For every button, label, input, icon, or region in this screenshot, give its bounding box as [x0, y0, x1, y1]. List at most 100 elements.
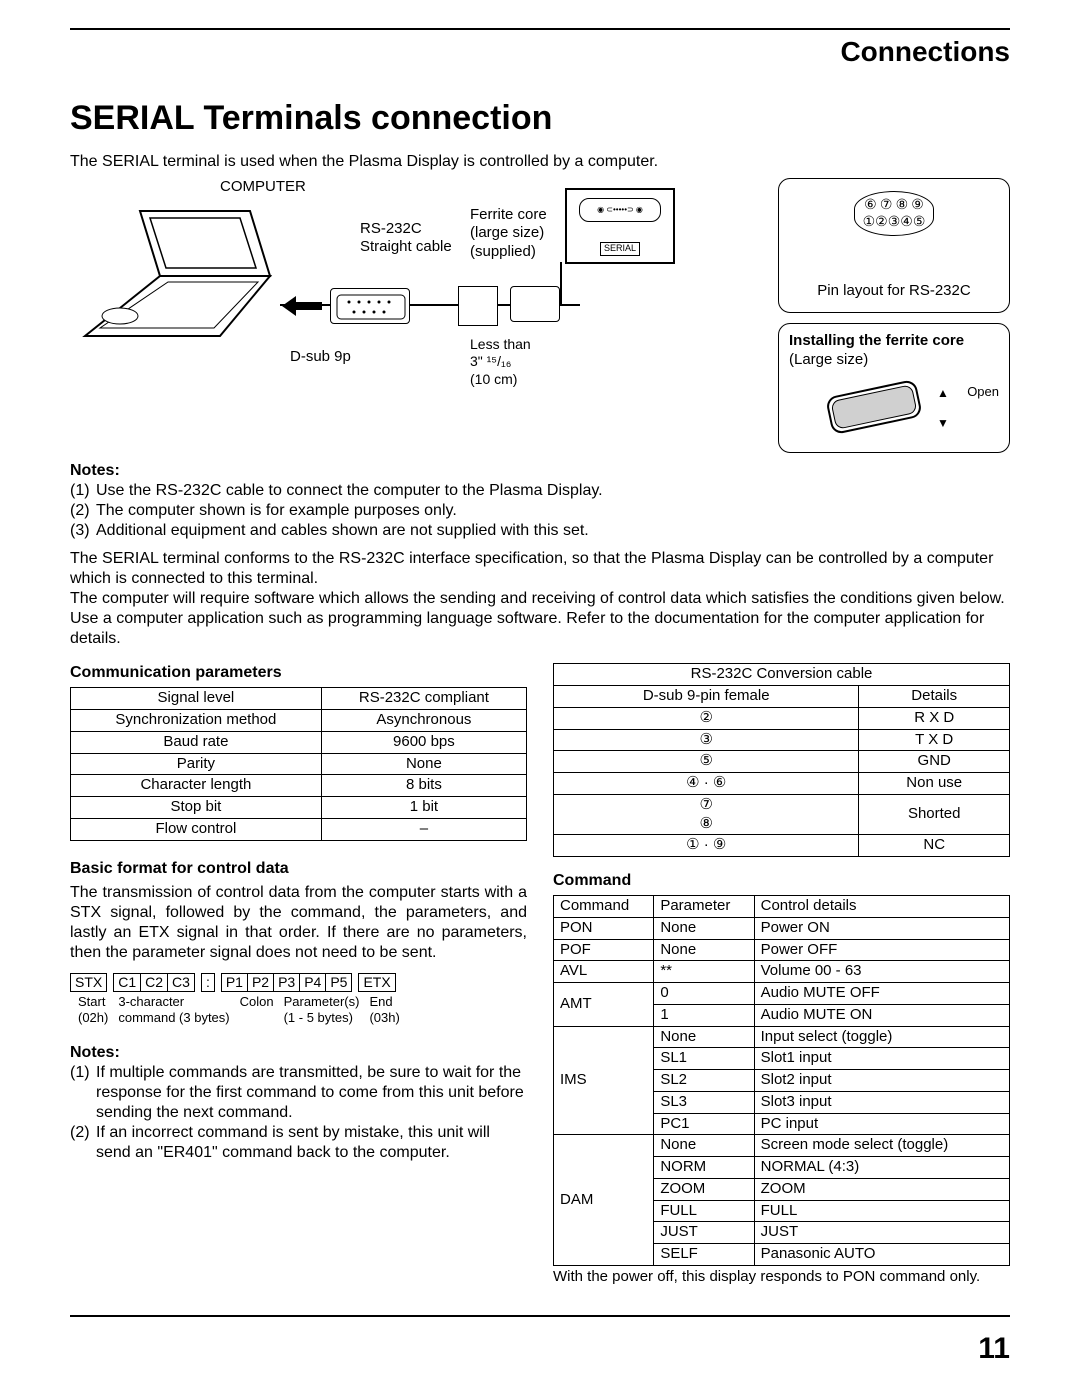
conv-detail: NC: [859, 835, 1010, 857]
para1: The SERIAL terminal conforms to the RS-2…: [70, 549, 1010, 589]
laptop-icon: [80, 206, 280, 346]
notes1-head: Notes:: [70, 461, 1010, 481]
cmd-detail: Volume 00 - 63: [754, 961, 1009, 983]
cmd-param: **: [654, 961, 754, 983]
cmd-name: AVL: [554, 961, 654, 983]
label-rs232c-cable: RS-232C Straight cable: [360, 220, 452, 258]
comm-key: Synchronization method: [71, 710, 322, 732]
comm-key: Character length: [71, 775, 322, 797]
bottom-rule: [70, 1315, 1010, 1317]
fmt-stx: STX: [70, 973, 107, 993]
conv-pin: ⑤: [554, 751, 859, 773]
cmd-param: NORM: [654, 1157, 754, 1179]
cmd-detail: JUST: [754, 1222, 1009, 1244]
comm-val: RS-232C compliant: [321, 688, 526, 710]
comm-key: Stop bit: [71, 797, 322, 819]
cmd-detail: Slot3 input: [754, 1091, 1009, 1113]
conv-pin: ④ · ⑥: [554, 773, 859, 795]
cmd-name: AMT: [554, 983, 654, 1027]
comm-val: –: [321, 818, 526, 840]
conv-pin: ① · ⑨: [554, 835, 859, 857]
comm-key: Baud rate: [71, 731, 322, 753]
ferrite-clamp-icon: ▲ ▼: [819, 369, 969, 445]
fmt-cmd: 3-character command (3 bytes): [118, 994, 229, 1027]
conv-detail: Non use: [859, 773, 1010, 795]
fmt-end: End (03h): [369, 994, 399, 1027]
note2-1: If multiple commands are transmitted, be…: [96, 1063, 527, 1123]
fmt-coll: Colon: [240, 994, 274, 1027]
dsub-connector-icon: [330, 288, 410, 324]
label-computer: COMPUTER: [220, 178, 306, 197]
cmd-detail: Panasonic AUTO: [754, 1244, 1009, 1266]
notes2-list: (1)If multiple commands are transmitted,…: [70, 1063, 527, 1163]
cmd-param: ZOOM: [654, 1178, 754, 1200]
comm-table: Signal levelRS-232C compliantSynchroniza…: [70, 687, 527, 840]
comm-val: Asynchronous: [321, 710, 526, 732]
ferrite-install-box: Installing the ferrite core (Large size)…: [778, 323, 1010, 453]
cmd-param: JUST: [654, 1222, 754, 1244]
conversion-table: RS-232C Conversion cable D-sub 9-pin fem…: [553, 663, 1010, 857]
cmd-name: PON: [554, 917, 654, 939]
comm-val: 1 bit: [321, 797, 526, 819]
connection-diagram: COMPUTER RS-232C Straight cable Ferrite …: [70, 178, 762, 388]
cmd-detail: Input select (toggle): [754, 1026, 1009, 1048]
pin-caption: Pin layout for RS-232C: [789, 282, 999, 301]
cmd-param: None: [654, 939, 754, 961]
conv-detail: T X D: [859, 729, 1010, 751]
cmd-detail: Power ON: [754, 917, 1009, 939]
cmd-detail: Slot2 input: [754, 1070, 1009, 1092]
pin-row-top: ⑥ ⑦ ⑧ ⑨: [863, 196, 926, 214]
comm-key: Signal level: [71, 688, 322, 710]
cmd-detail: PC input: [754, 1113, 1009, 1135]
notes2-head: Notes:: [70, 1043, 527, 1063]
right-boxes: ⑥ ⑦ ⑧ ⑨ ① ② ③ ④ ⑤ Pin layout for RS-232C…: [778, 178, 1010, 454]
cmd-param: PC1: [654, 1113, 754, 1135]
svg-text:▲: ▲: [937, 386, 949, 400]
fmt-start: Start (02h): [78, 994, 108, 1027]
conv-pin: ②: [554, 707, 859, 729]
note1-3: Additional equipment and cables shown ar…: [96, 521, 589, 541]
comm-key: Parity: [71, 753, 322, 775]
comm-val: 9600 bps: [321, 731, 526, 753]
cmd-detail: Screen mode select (toggle): [754, 1135, 1009, 1157]
ferrite-open: Open: [967, 384, 999, 400]
cmd-param: None: [654, 1135, 754, 1157]
cmd-detail: Power OFF: [754, 939, 1009, 961]
basic-text: The transmission of control data from th…: [70, 883, 527, 963]
cmd-param: None: [654, 1026, 754, 1048]
cmd-name: POF: [554, 939, 654, 961]
conv-detail: GND: [859, 751, 1010, 773]
fmt-colon: :: [201, 973, 215, 993]
cmd-name: IMS: [554, 1026, 654, 1135]
pin-layout-box: ⑥ ⑦ ⑧ ⑨ ① ② ③ ④ ⑤ Pin layout for RS-232C: [778, 178, 1010, 314]
ferrite-title: Installing the ferrite core: [789, 332, 964, 349]
diagram-row: COMPUTER RS-232C Straight cable Ferrite …: [70, 178, 1010, 454]
conv-pin: ⑦⑧: [554, 794, 859, 835]
comm-key: Flow control: [71, 818, 322, 840]
section-header: Connections: [70, 34, 1010, 69]
cmd-detail: Audio MUTE ON: [754, 1004, 1009, 1026]
basic-head: Basic format for control data: [70, 859, 527, 879]
pin-row-bottom: ① ② ③ ④ ⑤: [863, 213, 926, 231]
arrow-icon: [282, 296, 322, 322]
command-foot: With the power off, this display respond…: [553, 1268, 1010, 1287]
command-table: Command Parameter Control details PONNon…: [553, 895, 1010, 1266]
comm-head: Communication parameters: [70, 663, 527, 683]
cmd-detail: Slot1 input: [754, 1048, 1009, 1070]
fmt-etx: ETX: [358, 973, 395, 993]
right-column: RS-232C Conversion cable D-sub 9-pin fem…: [553, 663, 1010, 1286]
cmd-param: 0: [654, 983, 754, 1005]
cmd-detail: Audio MUTE OFF: [754, 983, 1009, 1005]
cable-vert: [560, 262, 562, 306]
cmd-param: SL3: [654, 1091, 754, 1113]
comm-val: 8 bits: [321, 775, 526, 797]
cmd-param: SELF: [654, 1244, 754, 1266]
dsub-connector-right-icon: [510, 286, 560, 322]
format-diagram: STX C1 C2 C3 : P1 P2 P3 P4 P5 ETX Start …: [70, 973, 527, 1027]
page-number: 11: [978, 1330, 1010, 1368]
cmd-detail: FULL: [754, 1200, 1009, 1222]
cmd-param: SL1: [654, 1048, 754, 1070]
conv-detail: Shorted: [859, 794, 1010, 835]
note1-1: Use the RS-232C cable to connect the com…: [96, 481, 603, 501]
top-rule: [70, 28, 1010, 30]
